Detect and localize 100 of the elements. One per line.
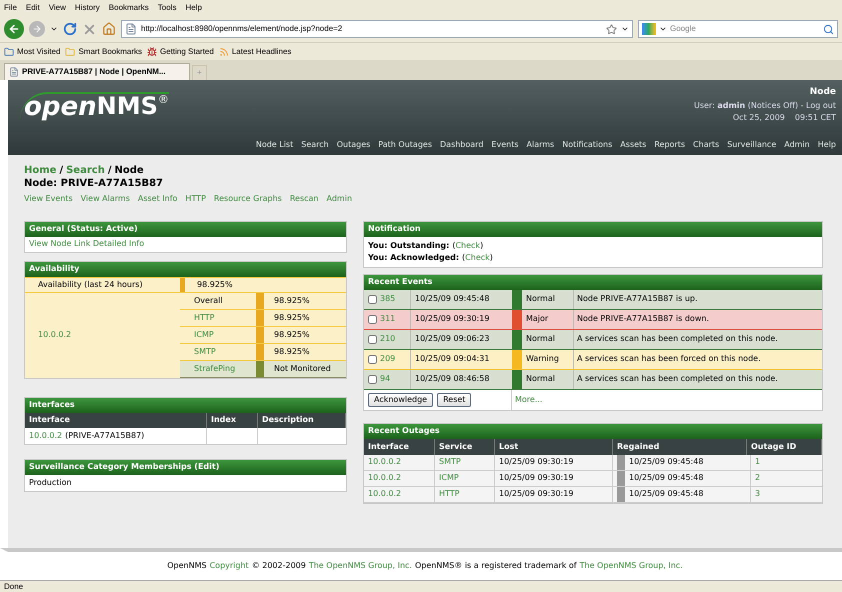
service-name[interactable]: SMTP (180, 344, 256, 360)
action-link[interactable]: HTTP (185, 192, 206, 204)
event-message: Node PRIVE-A77A15B87 is down. (576, 313, 710, 325)
service-value: Not Monitored (256, 360, 346, 376)
panel-title: Notification (364, 222, 822, 236)
event-id-link[interactable]: 94 (380, 373, 390, 385)
action-link[interactable]: Admin (326, 192, 352, 204)
event-id-link[interactable]: 385 (380, 293, 396, 305)
event-id-link[interactable]: 209 (380, 353, 396, 365)
search-icon[interactable] (823, 24, 834, 34)
check-link[interactable]: (Check) (452, 240, 484, 252)
bookmark-link[interactable]: Most Visited (17, 46, 60, 58)
menu-item[interactable]: Edit (26, 2, 40, 14)
nav-link[interactable]: Reports (654, 139, 686, 151)
action-link[interactable]: View Events (24, 192, 73, 204)
check-link[interactable]: (Check) (462, 252, 493, 264)
bookmark-star-icon[interactable] (606, 24, 617, 34)
menu-item[interactable]: Bookmarks (108, 2, 149, 14)
outage-id-link[interactable]: 2 (755, 472, 760, 484)
nav-link[interactable]: Outages (336, 139, 370, 151)
service-link[interactable]: SMTP (439, 456, 461, 468)
action-link[interactable]: Resource Graphs (214, 192, 282, 204)
menu-item[interactable]: History (74, 2, 100, 14)
nav-link[interactable]: Node List (256, 139, 294, 151)
event-checkbox[interactable] (368, 294, 377, 304)
event-checkbox[interactable] (368, 334, 377, 344)
column-header: Description (258, 412, 346, 428)
service-name[interactable]: StrafePing (180, 360, 256, 376)
interface-link[interactable]: 10.0.0.2 (38, 329, 72, 341)
back-button[interactable] (4, 19, 24, 39)
event-id-link[interactable]: 311 (380, 313, 396, 325)
home-icon[interactable] (102, 22, 116, 36)
event-severity: Normal (522, 330, 574, 348)
lost-time: 10/25/09 09:30:19 (495, 470, 613, 486)
nav-link[interactable]: Search (301, 139, 329, 151)
nav-link[interactable]: Help (818, 139, 836, 151)
browser-tab[interactable]: PRIVE-A77A15B87 | Node | OpenNM... (4, 63, 190, 80)
search-field[interactable]: Google (638, 20, 838, 38)
footer-link[interactable]: The OpenNMS Group, Inc. (580, 560, 683, 572)
event-id-link[interactable]: 210 (380, 333, 396, 345)
lost-time: 10/25/09 09:30:19 (495, 486, 613, 502)
nav-link[interactable]: Path Outages (378, 139, 432, 151)
menu-item[interactable]: File (4, 2, 17, 14)
action-link[interactable]: Rescan (290, 192, 319, 204)
service-link[interactable]: ICMP (439, 472, 459, 484)
footer-link[interactable]: Copyright (210, 560, 249, 572)
bookmark-icon (218, 46, 229, 56)
outage-id-link[interactable]: 1 (755, 456, 760, 468)
nav-link[interactable]: Surveillance (727, 139, 776, 151)
column-header: Interface (25, 412, 207, 428)
bookmark-icon (4, 46, 14, 56)
menu-item[interactable]: View (48, 2, 66, 14)
event-checkbox[interactable] (368, 314, 377, 324)
menu-item[interactable]: Tools (158, 2, 176, 14)
interface-link[interactable]: 10.0.0.2 (29, 430, 62, 442)
service-name[interactable]: ICMP (180, 326, 256, 342)
event-time: 10/25/09 08:46:58 (414, 373, 490, 385)
lost-time: 10/25/09 09:30:19 (495, 454, 613, 470)
address-bar[interactable]: http://localhost:8980/opennms/element/node.jsp?node=2 (121, 20, 633, 38)
event-time: 10/25/09 09:30:19 (414, 313, 490, 325)
nav-link[interactable]: Charts (693, 139, 720, 151)
engine-dropdown-icon[interactable] (659, 25, 667, 33)
menu-item[interactable]: Help (185, 2, 202, 14)
event-checkbox[interactable] (368, 374, 377, 384)
bookmark-link[interactable]: Latest Headlines (232, 46, 292, 58)
event-checkbox[interactable] (368, 354, 377, 364)
detail-link[interactable]: View Node Link Detailed Info (29, 238, 144, 250)
event-action-button[interactable]: Reset (437, 392, 472, 406)
interface-link[interactable]: 10.0.0.2 (368, 488, 402, 500)
url-dropdown-icon[interactable] (621, 25, 629, 33)
action-link[interactable]: Asset Info (138, 192, 178, 204)
node-title: Node: PRIVE-A77A15B87 (24, 178, 164, 190)
panel-title: Availability (25, 262, 346, 276)
service-link[interactable]: HTTP (439, 488, 460, 500)
nav-link[interactable]: Events (491, 139, 518, 151)
category-name: Production (29, 476, 72, 488)
service-name[interactable]: HTTP (180, 310, 256, 326)
nav-link[interactable]: Dashboard (440, 139, 484, 151)
bookmark-link[interactable]: Getting Started (160, 46, 214, 58)
nav-link[interactable]: Notifications (562, 139, 612, 151)
search-input[interactable]: Google (670, 23, 820, 35)
interface-link[interactable]: 10.0.0.2 (368, 472, 402, 484)
footer-link[interactable]: The OpenNMS Group, Inc. (308, 560, 412, 572)
service-name: Overall (193, 294, 224, 306)
nav-link[interactable]: Assets (620, 139, 646, 151)
nav-link[interactable]: Alarms (526, 139, 554, 151)
history-dropdown-icon[interactable] (50, 25, 58, 33)
outage-id-link[interactable]: 3 (755, 488, 760, 500)
breadcrumb-link[interactable]: Search (66, 163, 105, 178)
breadcrumb-link[interactable]: Home (24, 163, 56, 178)
page-icon (9, 67, 19, 77)
reload-icon[interactable] (63, 22, 77, 36)
event-action-button[interactable]: Acknowledge (368, 392, 434, 406)
more-link[interactable]: More... (515, 394, 542, 406)
nav-link[interactable]: Admin (784, 139, 810, 151)
bookmark-link[interactable]: Smart Bookmarks (78, 46, 142, 58)
notification-label: You: Acknowledged: (368, 252, 460, 264)
interface-link[interactable]: 10.0.0.2 (368, 456, 402, 468)
action-link[interactable]: View Alarms (80, 192, 130, 204)
panel-title: Recent Events (364, 274, 822, 290)
